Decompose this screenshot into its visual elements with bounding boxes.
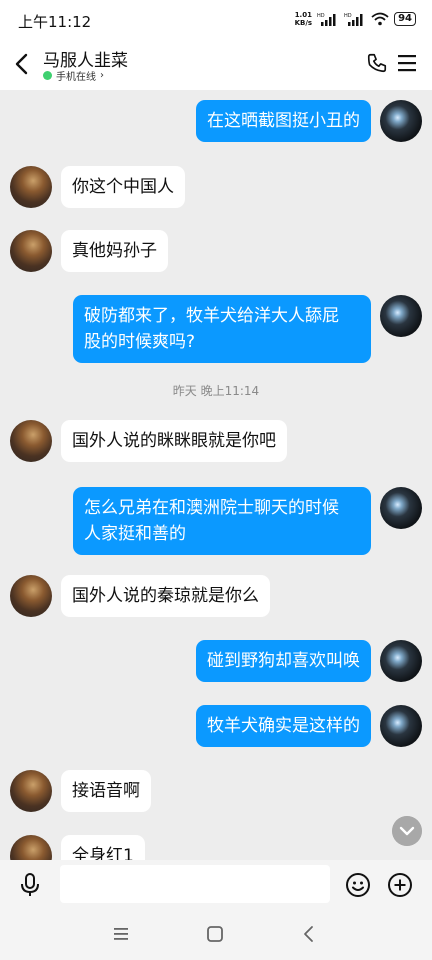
status-icons: 1.01 KB/s HD HD 94 <box>295 11 416 27</box>
nav-back-icon[interactable] <box>299 924 319 944</box>
emoji-icon[interactable] <box>345 872 371 898</box>
my-avatar[interactable] <box>380 487 422 529</box>
online-dot <box>43 71 52 80</box>
message-line: 人家挺和善的 <box>84 524 186 544</box>
my-avatar[interactable] <box>380 705 422 747</box>
wifi-icon <box>371 12 389 26</box>
my-avatar[interactable] <box>380 100 422 142</box>
message-list[interactable]: 在这晒截图挺小丑的 你这个中国人 真他妈孙子 破防都来了，牧羊犬给洋大人舔屁 股… <box>0 90 432 860</box>
message-line: 股的时候爽吗? <box>84 332 196 352</box>
my-avatar[interactable] <box>380 640 422 682</box>
svg-text:HD: HD <box>344 13 352 19</box>
status-bar: 上午11:12 1.01 KB/s HD HD 94 <box>0 0 432 40</box>
chevron-down-icon[interactable] <box>392 816 422 846</box>
message-bubble-received[interactable]: 你这个中国人 <box>61 166 185 208</box>
plus-icon[interactable] <box>387 872 413 898</box>
menu-icon[interactable] <box>396 53 418 73</box>
network-speed-value: 1.01 <box>294 11 312 19</box>
battery-icon: 94 <box>394 12 416 26</box>
message-bubble-received[interactable]: 国外人说的眯眯眼就是你吧 <box>61 420 287 462</box>
home-icon[interactable] <box>205 924 225 944</box>
recent-apps-icon[interactable] <box>111 924 131 944</box>
chat-header: 马服人韭菜 手机在线 › <box>0 40 432 90</box>
signal-icon-2: HD <box>344 13 363 26</box>
message-line: 破防都来了，牧羊犬给洋大人舔屁 <box>84 306 339 326</box>
back-arrow-icon[interactable] <box>10 50 36 78</box>
network-speed: 1.01 KB/s <box>295 11 312 27</box>
contact-avatar[interactable] <box>10 166 52 208</box>
online-status-text: 手机在线 <box>56 72 96 83</box>
message-bubble-sent[interactable]: 牧羊犬确实是这样的 <box>196 705 371 747</box>
input-bar <box>0 860 432 908</box>
message-bubble-received[interactable]: 全身红1 <box>61 835 145 860</box>
network-speed-unit: KB/s <box>294 19 313 27</box>
message-bubble-sent[interactable]: 碰到野狗却喜欢叫唤 <box>196 640 371 682</box>
phone-icon[interactable] <box>366 52 388 74</box>
contact-avatar[interactable] <box>10 770 52 812</box>
message-bubble-sent[interactable]: 破防都来了，牧羊犬给洋大人舔屁 股的时候爽吗? <box>73 295 371 363</box>
message-line: 怎么兄弟在和澳洲院士聊天的时候 <box>84 498 339 518</box>
system-nav-bar <box>0 908 432 960</box>
message-bubble-received[interactable]: 接语音啊 <box>61 770 151 812</box>
contact-avatar[interactable] <box>10 420 52 462</box>
chevron-right-icon: › <box>100 70 104 81</box>
status-time: 上午11:12 <box>18 13 92 31</box>
online-status[interactable]: 手机在线 › <box>43 68 104 83</box>
svg-text:HD: HD <box>317 13 325 19</box>
contact-avatar[interactable] <box>10 835 52 860</box>
contact-avatar[interactable] <box>10 230 52 272</box>
message-bubble-received[interactable]: 真他妈孙子 <box>61 230 168 272</box>
message-bubble-sent[interactable]: 在这晒截图挺小丑的 <box>196 100 371 142</box>
my-avatar[interactable] <box>380 295 422 337</box>
message-bubble-received[interactable]: 国外人说的秦琼就是你么 <box>61 575 270 617</box>
signal-icon: HD <box>317 13 336 26</box>
message-bubble-sent[interactable]: 怎么兄弟在和澳洲院士聊天的时候 人家挺和善的 <box>73 487 371 555</box>
time-divider: 昨天 晚上11:14 <box>172 384 260 398</box>
microphone-icon[interactable] <box>18 872 42 898</box>
contact-avatar[interactable] <box>10 575 52 617</box>
message-input[interactable] <box>60 865 330 903</box>
